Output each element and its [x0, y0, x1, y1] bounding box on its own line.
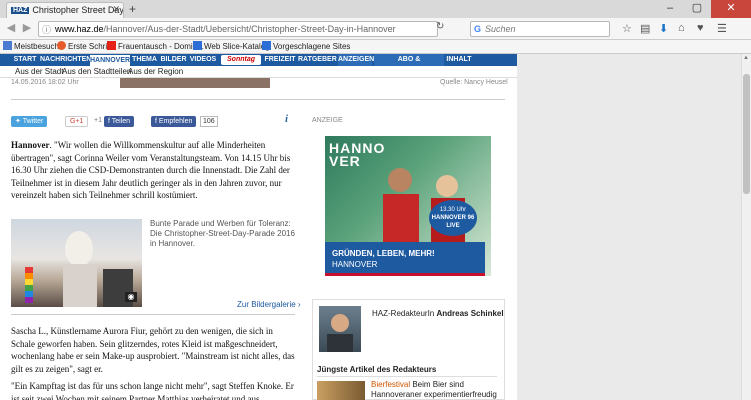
- divider: [11, 314, 295, 315]
- bookmark-item[interactable]: Vorgeschlagene Sites: [262, 41, 350, 51]
- firefox-icon: [57, 41, 66, 50]
- submenu-item-aus-den-stadtteilen[interactable]: Aus den Stadtteilen: [62, 67, 131, 76]
- menu-item-anzeigen[interactable]: ANZEIGEN: [338, 54, 374, 66]
- site-info-icon[interactable]: ⓘ: [42, 23, 51, 36]
- divider: [11, 99, 505, 100]
- minimize-button[interactable]: –: [657, 0, 683, 18]
- ad-label: ANZEIGE: [312, 117, 343, 124]
- divider: [317, 376, 497, 377]
- menu-item-start[interactable]: START: [12, 54, 38, 66]
- menu-item-abo-leserservice[interactable]: ABO & LESERSERVICE: [374, 54, 444, 75]
- maximize-button[interactable]: ▢: [684, 0, 710, 18]
- article-content: 14.05.2016 18:02 Uhr Quelle: Nancy Heuse…: [0, 78, 517, 400]
- google-icon: G: [474, 24, 482, 34]
- ad-banner: GRÜNDEN, LEBEN, MEHR! HANNOVER: [325, 242, 485, 276]
- camera-icon[interactable]: ◉: [125, 292, 137, 302]
- browser-titlebar: HAZChristopher Street Day in H... ✕ + – …: [0, 0, 751, 18]
- article-paragraph: "Ein Kampftag ist das für uns schon lang…: [11, 381, 294, 400]
- bookmark-folder-icon: [3, 41, 12, 50]
- back-arrow-icon[interactable]: ◀: [3, 21, 19, 37]
- ad-city: HANNOVER: [332, 260, 378, 269]
- scroll-up-arrow-icon[interactable]: ▲: [743, 55, 749, 61]
- menu-item-sonntag[interactable]: Sonntag: [221, 55, 261, 65]
- search-placeholder: Suchen: [485, 24, 516, 34]
- tab-favicon: HAZ: [11, 7, 30, 15]
- facebook-share-button[interactable]: f Teilen: [104, 116, 135, 127]
- ad-red-stripe: [325, 273, 485, 276]
- gplus-count: +1: [94, 117, 102, 124]
- gallery-link[interactable]: Zur Bildergalerie ›: [237, 300, 301, 309]
- ad-badge: 13.30 Uhr HANNOVER 96 LIVE: [429, 200, 477, 236]
- article-date: 14.05.2016 18:02 Uhr: [11, 79, 79, 86]
- download-icon[interactable]: ⬇: [659, 22, 668, 35]
- info-icon[interactable]: i: [281, 114, 292, 127]
- twitter-button[interactable]: ✦ Twitter: [11, 116, 48, 127]
- submenu-item-aus-der-region[interactable]: Aus der Region: [128, 67, 183, 76]
- bookmark-item[interactable]: Web Slice-Katalog: [193, 41, 270, 51]
- reload-icon[interactable]: ↻: [436, 21, 444, 32]
- pocket-icon[interactable]: ♥: [697, 22, 704, 34]
- menu-item-bilder[interactable]: BILDER: [160, 54, 187, 66]
- menu-item-hannover[interactable]: HANNOVER: [90, 54, 130, 66]
- latest-article-title[interactable]: Bierfestival: [371, 380, 410, 389]
- new-tab-button[interactable]: +: [129, 2, 136, 16]
- menu-item-ratgeber[interactable]: RATGEBER: [298, 54, 337, 66]
- web-slice-icon: [193, 41, 202, 50]
- menu-item-freizeit[interactable]: FREIZEIT: [264, 54, 296, 66]
- parade-photo: [25, 231, 133, 307]
- url-bar[interactable]: ⓘ www.haz.de/Hannover/Aus-der-Stadt/Uebe…: [38, 21, 438, 37]
- article-lead: Hannover. "Wir wollen die Willkommenskul…: [11, 140, 291, 200]
- tab-title: Christopher Street Day in H...: [32, 5, 124, 15]
- author-photo: [319, 306, 361, 352]
- advertisement[interactable]: HANNOVER 13.30 Uhr HANNOVER 96 LIVE GRÜNDE…: [325, 136, 491, 276]
- gallery-image[interactable]: ◉: [11, 219, 142, 307]
- reading-list-icon[interactable]: ▤: [640, 22, 650, 35]
- article-thumbnail[interactable]: [317, 381, 365, 400]
- ad-slogan: GRÜNDEN, LEBEN, MEHR!: [332, 249, 435, 258]
- bookmarks-bar: Meistbesucht Erste Schritte Frauentausch…: [0, 40, 751, 54]
- browser-tab[interactable]: HAZChristopher Street Day in H... ✕: [6, 2, 124, 18]
- suggested-sites-icon: [262, 41, 271, 50]
- sub-menu: Aus der Stadt Aus den Stadtteilen Aus de…: [0, 66, 517, 78]
- scrollbar-thumb[interactable]: [743, 74, 750, 194]
- gplus-button[interactable]: G+1: [65, 116, 89, 127]
- site-main-menu: START NACHRICHTEN HANNOVER THEMA BILDER …: [0, 54, 517, 75]
- facebook-like-button[interactable]: f Empfehlen: [151, 116, 197, 127]
- youtube-icon: [107, 41, 116, 50]
- submenu-item-aus-der-stadt[interactable]: Aus der Stadt: [15, 67, 63, 76]
- url-path: /Hannover/Aus-der-Stadt/Uebersicht/Chris…: [103, 24, 396, 34]
- menu-item-videos[interactable]: VIDEOS: [189, 54, 217, 66]
- bookmark-item[interactable]: Meistbesucht: [3, 41, 61, 51]
- page-scrollbar[interactable]: ▲: [741, 54, 751, 400]
- home-icon[interactable]: ⌂: [678, 22, 685, 34]
- twitter-icon: ✦: [15, 118, 23, 125]
- like-count: 106: [200, 116, 218, 127]
- menu-item-nachrichten[interactable]: NACHRICHTEN: [40, 54, 91, 66]
- menu-icon[interactable]: ☰: [717, 22, 727, 35]
- header-image-strip: [120, 78, 270, 88]
- menu-item-thema[interactable]: THEMA: [131, 54, 158, 66]
- author-name[interactable]: Andreas Schinkel: [436, 309, 503, 318]
- bookmark-item[interactable]: Frauentausch - Domin...: [107, 41, 204, 51]
- tab-close-icon[interactable]: ✕: [112, 4, 120, 15]
- latest-articles-heading: Jüngste Artikel des Redakteurs: [317, 365, 437, 374]
- star-icon[interactable]: ☆: [622, 22, 632, 35]
- image-caption: Bunte Parade und Werben für Toleranz: Di…: [150, 219, 295, 248]
- photo-source: Quelle: Nancy Heusel: [440, 79, 508, 86]
- navigation-bar: ◀ ▶ ⓘ www.haz.de/Hannover/Aus-der-Stadt/…: [0, 18, 751, 40]
- lead-city: Hannover: [11, 140, 50, 150]
- search-input[interactable]: G Suchen: [470, 21, 610, 37]
- page-background: [517, 54, 741, 400]
- url-domain: www.haz.de: [55, 24, 104, 34]
- latest-article-item[interactable]: Bierfestival Beim Bier sind Hannoveraner…: [371, 380, 503, 400]
- window-close-button[interactable]: ✕: [711, 0, 751, 18]
- forward-arrow-icon[interactable]: ▶: [19, 21, 35, 37]
- menu-item-inhalt[interactable]: INHALT: [446, 54, 472, 66]
- author-box: HAZ-RedakteurIn Andreas Schinkel Jüngste…: [312, 299, 505, 400]
- author-line: HAZ-RedakteurIn Andreas Schinkel: [372, 309, 504, 318]
- article-paragraph: Sascha L., Künstlername Aurora Fiur, geh…: [11, 326, 295, 374]
